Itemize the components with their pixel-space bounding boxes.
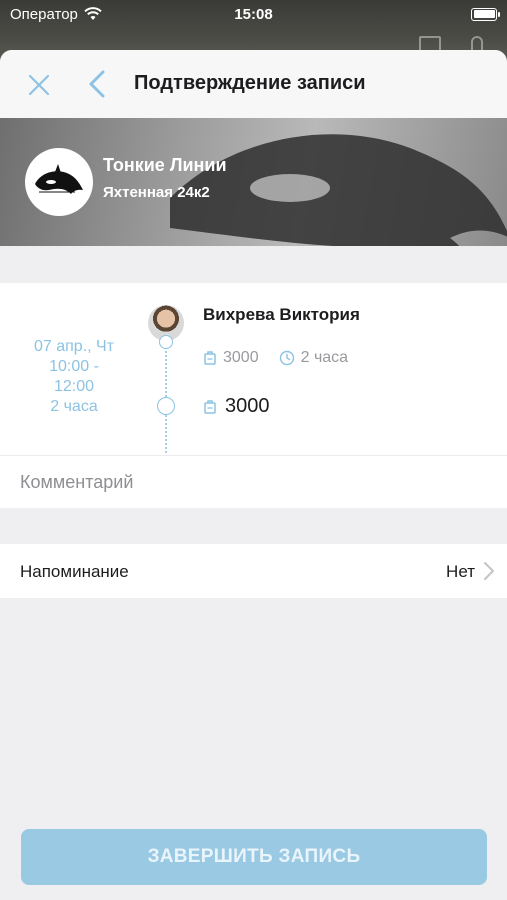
service-duration: 2 часа <box>300 349 349 366</box>
nav-bar: Подтверждение записи <box>0 50 507 118</box>
clock-icon <box>279 350 294 366</box>
reminder-label: Напоминание <box>20 562 129 581</box>
booking-confirmation-sheet: Подтверждение записи Тонкие Линии Яхтенн… <box>0 50 507 900</box>
price-tag-icon <box>204 399 216 414</box>
salon-address: Яхтенная 24к2 <box>103 184 210 201</box>
reminder-value: Нет <box>446 562 475 581</box>
finish-booking-button[interactable]: ЗАВЕРШИТЬ ЗАПИСЬ <box>21 829 487 885</box>
service-price: 3000 <box>223 349 259 366</box>
page-title: Подтверждение записи <box>134 72 366 94</box>
status-bar: Оператор 15:08 <box>0 0 507 28</box>
booking-duration: 2 часа <box>50 398 98 415</box>
close-icon[interactable] <box>26 72 52 98</box>
service-info-row: 3000 2 часа <box>203 349 348 367</box>
salon-header: Тонкие Линии Яхтенная 24к2 <box>0 118 507 246</box>
comment-input[interactable] <box>20 472 480 493</box>
master-name: Вихрева Виктория <box>203 305 360 324</box>
reminder-row[interactable]: Напоминание Нет <box>0 544 507 598</box>
booking-time-start: 10:00 - <box>49 358 99 375</box>
price-tag-icon <box>204 351 216 365</box>
salon-logo <box>25 148 93 216</box>
status-time: 15:08 <box>234 5 273 23</box>
booking-time-end: 12:00 <box>53 378 95 395</box>
total-row: 3000 <box>203 395 270 418</box>
total-price: 3000 <box>225 395 270 417</box>
timeline-dot-end <box>157 397 175 415</box>
chevron-right-icon <box>484 562 494 580</box>
back-chevron-icon[interactable] <box>86 69 108 99</box>
battery-icon <box>471 7 500 21</box>
booking-date: 07 апр., Чт <box>33 338 115 355</box>
salon-name: Тонкие Линии <box>103 155 227 175</box>
booking-details-card: 07 апр., Чт 10:00 - 12:00 2 часа Вихрева… <box>0 283 507 455</box>
timeline-dot <box>159 335 173 349</box>
orca-logo <box>35 164 83 194</box>
comment-row <box>0 455 507 508</box>
orca-background-image <box>170 134 507 246</box>
